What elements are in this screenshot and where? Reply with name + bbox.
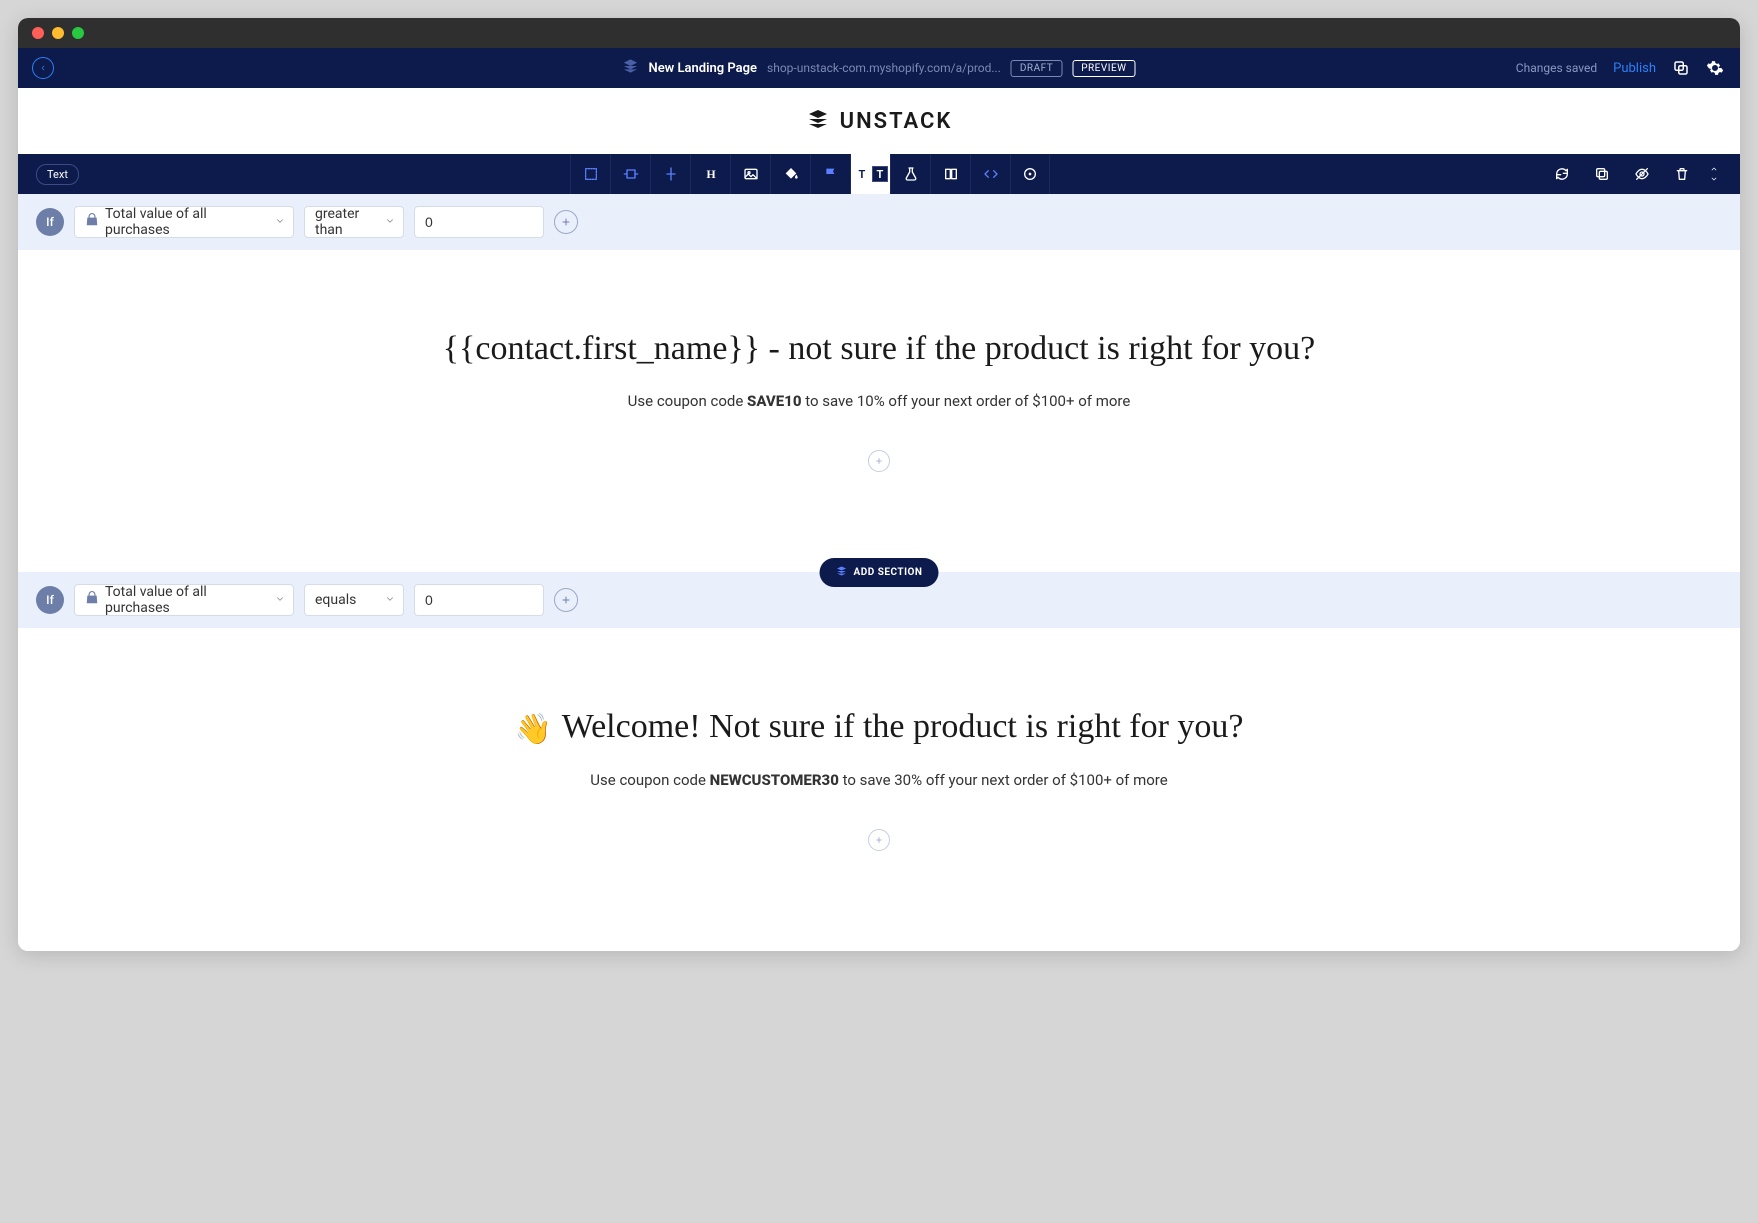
condition-row-2: ADD SECTION If Total value of all purcha… — [18, 572, 1740, 628]
target-tool[interactable] — [1010, 154, 1050, 194]
subtext-pre: Use coupon code — [590, 771, 709, 789]
reorder-arrows[interactable] — [1702, 154, 1726, 194]
copy-icon[interactable] — [1672, 59, 1690, 77]
chevron-down-icon — [275, 592, 285, 608]
add-condition-button[interactable] — [554, 210, 578, 234]
toolbar-right — [1542, 154, 1726, 194]
operator-select[interactable]: equals — [304, 584, 404, 616]
add-element-button[interactable] — [868, 450, 890, 472]
refresh-icon[interactable] — [1542, 154, 1582, 194]
condition-field-select[interactable]: Total value of all purchases — [74, 206, 294, 238]
condition-value-input[interactable] — [414, 206, 544, 238]
condition-row-1: If Total value of all purchases greater … — [18, 194, 1740, 250]
maximize-window-button[interactable] — [72, 27, 84, 39]
section-tool[interactable] — [570, 154, 610, 194]
bag-icon — [85, 591, 99, 609]
add-section-button[interactable]: ADD SECTION — [820, 558, 939, 587]
if-badge: If — [36, 586, 64, 614]
operator-value: equals — [315, 592, 356, 608]
svg-text:H: H — [706, 167, 716, 181]
topbar-right: Changes saved Publish — [1516, 59, 1740, 77]
delete-icon[interactable] — [1662, 154, 1702, 194]
toolbar-mode-label[interactable]: Text — [36, 164, 79, 185]
toolbar-buttons: H TT — [570, 154, 1050, 194]
preview-button[interactable]: PREVIEW — [1072, 60, 1135, 77]
if-badge: If — [36, 208, 64, 236]
topbar-center: New Landing Page shop-unstack-com.myshop… — [622, 58, 1135, 78]
chevron-down-icon — [385, 592, 395, 608]
section-subtext[interactable]: Use coupon code NEWCUSTOMER30 to save 30… — [58, 771, 1700, 789]
brand-logo-icon — [806, 107, 830, 135]
width-tool[interactable] — [610, 154, 650, 194]
close-window-button[interactable] — [32, 27, 44, 39]
flag-tool[interactable] — [810, 154, 850, 194]
minimize-window-button[interactable] — [52, 27, 64, 39]
image-tool[interactable] — [730, 154, 770, 194]
back-button[interactable] — [32, 57, 54, 79]
wave-emoji: 👋 — [514, 713, 551, 746]
align-tool[interactable] — [650, 154, 690, 194]
code-tool[interactable] — [970, 154, 1010, 194]
operator-value: greater than — [315, 206, 375, 238]
content-section-1[interactable]: {{contact.first_name}} - not sure if the… — [18, 250, 1740, 572]
condition-field-value: Total value of all purchases — [105, 206, 265, 238]
heading-text: Welcome! Not sure if the product is righ… — [554, 708, 1244, 745]
add-condition-button[interactable] — [554, 588, 578, 612]
layers-icon — [836, 565, 848, 580]
coupon-code: SAVE10 — [747, 392, 801, 410]
topbar: New Landing Page shop-unstack-com.myshop… — [18, 48, 1740, 88]
gear-icon[interactable] — [1706, 59, 1724, 77]
section-heading[interactable]: {{contact.first_name}} - not sure if the… — [58, 330, 1700, 368]
layout-tool[interactable] — [930, 154, 970, 194]
operator-select[interactable]: greater than — [304, 206, 404, 238]
publish-button[interactable]: Publish — [1613, 61, 1656, 76]
chevron-down-icon — [385, 214, 395, 230]
condition-field-select[interactable]: Total value of all purchases — [74, 584, 294, 616]
duplicate-icon[interactable] — [1582, 154, 1622, 194]
coupon-code: NEWCUSTOMER30 — [710, 771, 839, 789]
condition-field-value: Total value of all purchases — [105, 584, 265, 616]
heading-tool[interactable]: H — [690, 154, 730, 194]
layers-icon — [622, 58, 638, 78]
chevron-down-icon — [275, 214, 285, 230]
bag-icon — [85, 213, 99, 231]
content-section-2[interactable]: 👋 Welcome! Not sure if the product is ri… — [18, 628, 1740, 951]
draft-badge: DRAFT — [1011, 60, 1062, 77]
text-format-tool[interactable]: TT — [850, 154, 890, 194]
page-title: New Landing Page — [648, 61, 757, 76]
brand-header: UNSTACK — [18, 88, 1740, 154]
add-section-label: ADD SECTION — [854, 567, 923, 578]
test-tool[interactable] — [890, 154, 930, 194]
page-url: shop-unstack-com.myshopify.com/a/prod... — [767, 61, 1001, 75]
window-titlebar — [18, 18, 1740, 48]
condition-value-input[interactable] — [414, 584, 544, 616]
add-element-button[interactable] — [868, 829, 890, 851]
subtext-post: to save 10% off your next order of $100+… — [801, 392, 1130, 410]
section-subtext[interactable]: Use coupon code SAVE10 to save 10% off y… — [58, 392, 1700, 410]
subtext-post: to save 30% off your next order of $100+… — [839, 771, 1168, 789]
visibility-icon[interactable] — [1622, 154, 1662, 194]
fill-tool[interactable] — [770, 154, 810, 194]
brand-name: UNSTACK — [840, 109, 953, 134]
editor-toolbar: Text H TT — [18, 154, 1740, 194]
section-heading[interactable]: 👋 Welcome! Not sure if the product is ri… — [58, 708, 1700, 747]
app-window: New Landing Page shop-unstack-com.myshop… — [18, 18, 1740, 951]
subtext-pre: Use coupon code — [628, 392, 747, 410]
save-status: Changes saved — [1516, 61, 1597, 75]
